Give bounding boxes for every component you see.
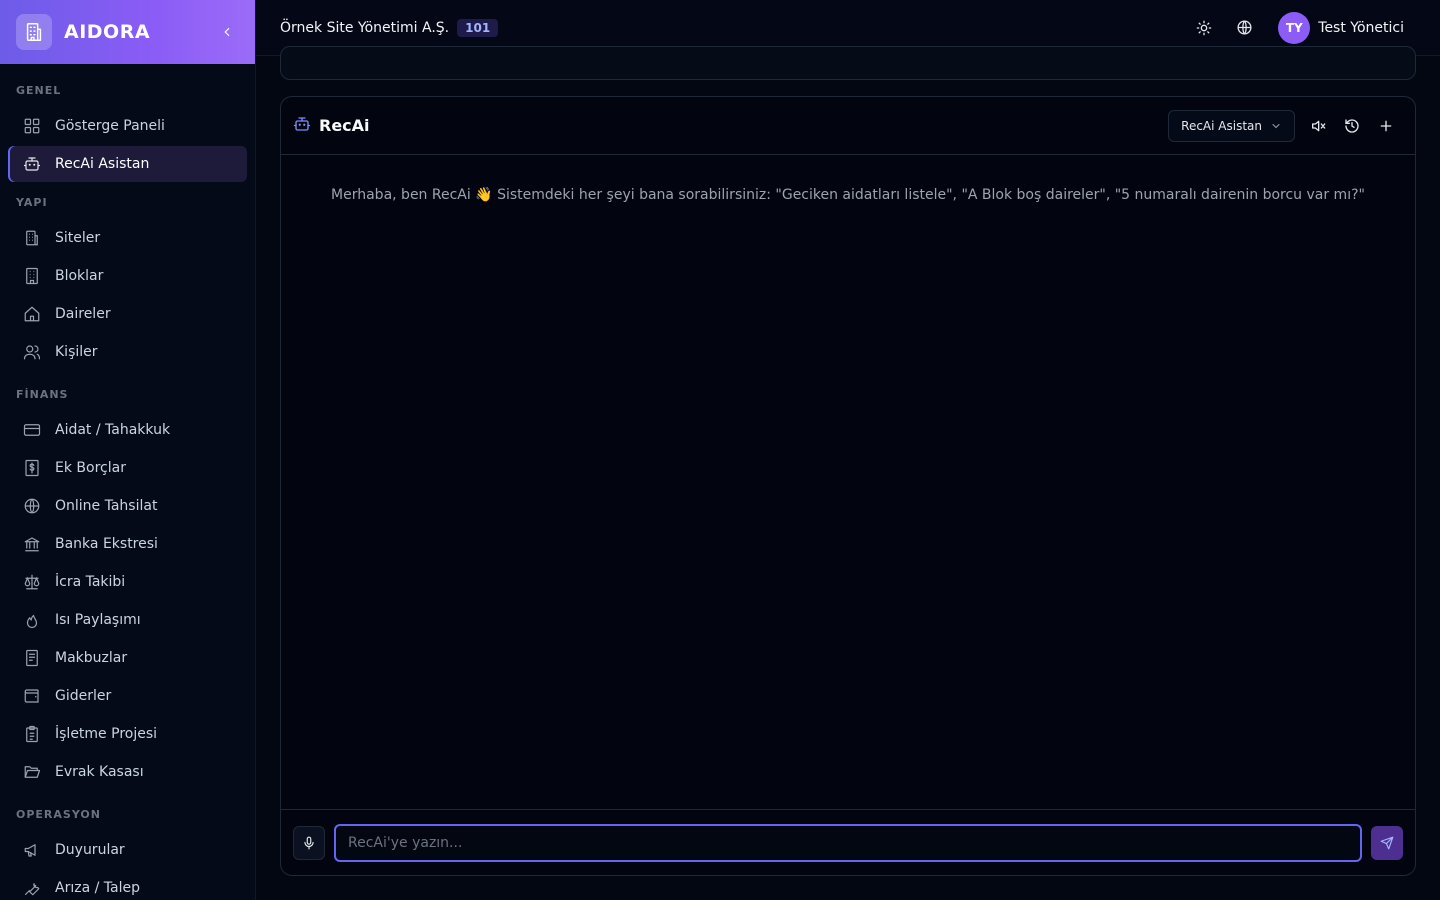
sidebar-item-label: Aidat / Tahakkuk xyxy=(55,422,171,438)
volume-mute-icon xyxy=(1312,120,1326,131)
wallet-icon xyxy=(23,687,41,705)
sidebar-item-label: Gösterge Paneli xyxy=(55,118,165,134)
sidebar-item-label: İşletme Projesi xyxy=(55,726,158,742)
section-title-operasyon: OPERASYON xyxy=(16,808,101,821)
brand-name: AIDORA xyxy=(64,21,151,43)
sidebar-item-bloklar[interactable]: Bloklar xyxy=(8,258,247,294)
language-button[interactable] xyxy=(1224,8,1264,48)
building-icon xyxy=(23,229,41,247)
wrench-icon xyxy=(23,879,41,897)
globe-icon xyxy=(1237,20,1252,35)
sidebar-item-aidat-tahakkuk[interactable]: Aidat / Tahakkuk xyxy=(8,412,247,448)
chat-composer xyxy=(281,809,1415,875)
sidebar-item-label: Banka Ekstresi xyxy=(55,536,158,552)
receipt-icon xyxy=(23,649,41,667)
main-content: RecAi RecAi Asistan Merhaba, ben RecAi 👋… xyxy=(256,46,1440,900)
sun-icon xyxy=(1196,20,1212,35)
sidebar-item-online-tahsilat[interactable]: Online Tahsilat xyxy=(8,488,247,524)
bot-icon xyxy=(293,115,311,137)
sidebar-item-label: Bloklar xyxy=(55,268,104,284)
microphone-button[interactable] xyxy=(293,825,325,860)
sidebar-item-evrak-kasasi[interactable]: Evrak Kasası xyxy=(8,754,247,790)
new-chat-button[interactable] xyxy=(1369,109,1403,143)
sidebar-item-ariza-talep[interactable]: Arıza / Talep xyxy=(8,870,247,900)
section-title-yapi: YAPI xyxy=(16,196,48,209)
section-title-finans: FİNANS xyxy=(16,388,69,401)
dollar-receipt-icon xyxy=(23,459,41,477)
sidebar-item-label: Makbuzlar xyxy=(55,650,128,666)
sidebar-item-label: Daireler xyxy=(55,306,111,322)
chat-header: RecAi RecAi Asistan xyxy=(281,97,1415,155)
brand-header: AIDORA xyxy=(0,0,255,64)
sidebar-item-makbuzlar[interactable]: Makbuzlar xyxy=(8,640,247,676)
sidebar-item-recai-asistan[interactable]: RecAi Asistan xyxy=(8,146,247,182)
sidebar-item-giderler[interactable]: Giderler xyxy=(8,678,247,714)
previous-card xyxy=(280,46,1416,80)
history-icon xyxy=(1345,118,1359,133)
sidebar-item-label: Kişiler xyxy=(55,344,98,360)
chevron-down-icon xyxy=(1272,123,1280,128)
sidebar-item-isi-paylasimi[interactable]: Isı Paylaşımı xyxy=(8,602,247,638)
folder-open-icon xyxy=(23,763,41,781)
welcome-message: Merhaba, ben RecAi 👋 Sistemdeki her şeyi… xyxy=(331,187,1365,203)
sidebar-item-kisiler[interactable]: Kişiler xyxy=(8,334,247,370)
dashboard-icon xyxy=(23,117,41,135)
chat-panel: RecAi RecAi Asistan Merhaba, ben RecAi 👋… xyxy=(280,96,1416,876)
theme-toggle-button[interactable] xyxy=(1184,8,1224,48)
sidebar-item-icra-takibi[interactable]: İcra Takibi xyxy=(8,564,247,600)
sidebar-item-siteler[interactable]: Siteler xyxy=(8,220,247,256)
chat-input[interactable] xyxy=(334,823,1362,862)
globe-icon xyxy=(23,497,41,515)
history-button[interactable] xyxy=(1335,109,1369,143)
collapse-sidebar-button[interactable] xyxy=(217,22,237,42)
topbar-actions: TY Test Yönetici xyxy=(1184,8,1416,48)
sidebar-nav: GENEL Gösterge Paneli RecAi Asistan YAPI… xyxy=(0,84,255,900)
sidebar-item-label: Evrak Kasası xyxy=(55,764,144,780)
chat-header-actions: RecAi Asistan xyxy=(1168,109,1403,143)
section-title-genel: GENEL xyxy=(16,84,62,97)
sidebar-item-ek-borclar[interactable]: Ek Borçlar xyxy=(8,450,247,486)
user-menu[interactable]: TY Test Yönetici xyxy=(1278,11,1404,44)
sidebar-item-label: Arıza / Talep xyxy=(55,880,140,896)
message-list: Merhaba, ben RecAi 👋 Sistemdeki her şeyi… xyxy=(281,155,1415,809)
sidebar-item-label: Online Tahsilat xyxy=(55,498,158,514)
sidebar-item-label: RecAi Asistan xyxy=(55,156,150,172)
sidebar-item-duyurular[interactable]: Duyurular xyxy=(8,832,247,868)
flame-icon xyxy=(23,611,41,629)
users-icon xyxy=(23,343,41,361)
organization-name: Örnek Site Yönetimi A.Ş. xyxy=(280,19,450,36)
sidebar-item-isletme-projesi[interactable]: İşletme Projesi xyxy=(8,716,247,752)
building-logo-icon xyxy=(16,14,52,50)
sidebar-item-label: Duyurular xyxy=(55,842,125,858)
megaphone-icon xyxy=(23,841,41,859)
sidebar-item-label: Isı Paylaşımı xyxy=(55,612,141,628)
user-name: Test Yönetici xyxy=(1318,19,1404,36)
sidebar-item-label: İcra Takibi xyxy=(55,574,126,590)
clipboard-icon xyxy=(23,725,41,743)
sidebar: AIDORA GENEL Gösterge Paneli RecAi Asist… xyxy=(0,0,256,900)
plus-icon xyxy=(1380,120,1392,131)
chevron-left-icon xyxy=(224,27,230,37)
bot-icon xyxy=(23,155,41,173)
sidebar-item-banka-ekstresi[interactable]: Banka Ekstresi xyxy=(8,526,247,562)
sidebar-item-daireler[interactable]: Daireler xyxy=(8,296,247,332)
home-icon xyxy=(23,305,41,323)
blocks-icon xyxy=(23,267,41,285)
sidebar-item-label: Giderler xyxy=(55,688,112,704)
sidebar-item-dashboard[interactable]: Gösterge Paneli xyxy=(8,108,247,144)
microphone-icon xyxy=(304,836,314,849)
credit-card-icon xyxy=(23,421,41,439)
mute-button[interactable] xyxy=(1301,109,1335,143)
bank-icon xyxy=(23,535,41,553)
sidebar-item-label: Siteler xyxy=(55,230,101,246)
organization-badge: 101 xyxy=(457,18,499,37)
assistant-mode-select[interactable]: RecAi Asistan xyxy=(1168,109,1295,142)
chat-title: RecAi xyxy=(319,116,370,135)
scale-icon xyxy=(23,573,41,591)
send-icon xyxy=(1380,836,1394,849)
send-button[interactable] xyxy=(1371,825,1403,860)
assistant-mode-label: RecAi Asistan xyxy=(1181,118,1262,133)
avatar: TY xyxy=(1278,11,1311,44)
sidebar-item-label: Ek Borçlar xyxy=(55,460,126,476)
